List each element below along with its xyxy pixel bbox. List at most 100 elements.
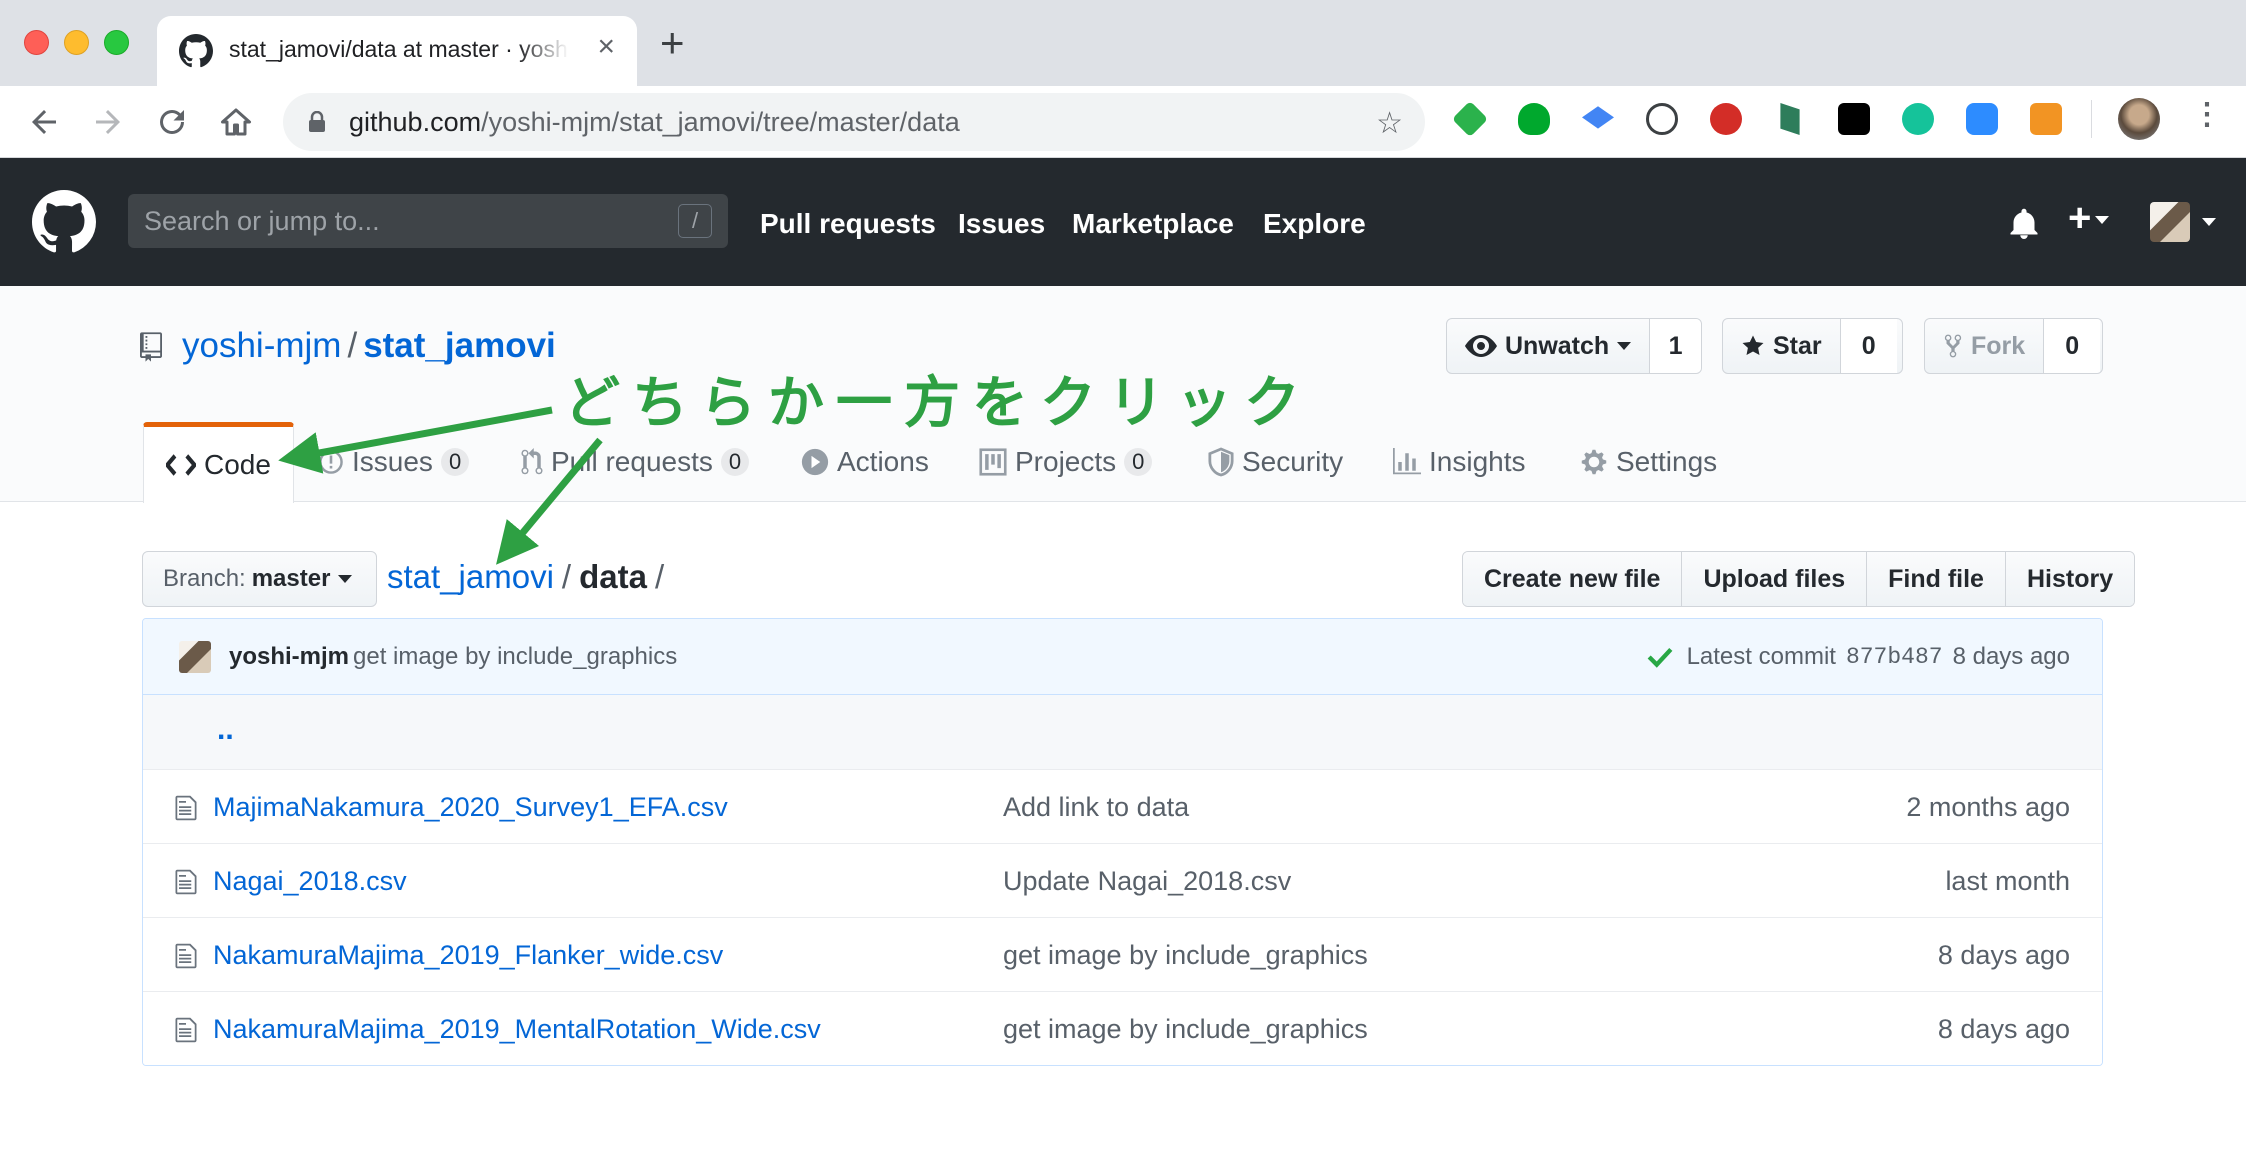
file-icon bbox=[175, 1017, 197, 1043]
address-bar[interactable]: github.com/yoshi-mjm/stat_jamovi/tree/ma… bbox=[283, 93, 1425, 151]
parent-directory-link[interactable]: .. bbox=[217, 713, 234, 747]
nav-pull-requests[interactable]: Pull requests bbox=[760, 208, 936, 240]
branch-select-button[interactable]: Branch: master bbox=[142, 551, 377, 607]
watch-count[interactable]: 1 bbox=[1650, 319, 1701, 373]
unwatch-button[interactable]: Unwatch bbox=[1447, 319, 1651, 373]
code-icon bbox=[166, 454, 196, 476]
repo-title: yoshi-mjm / stat_jamovi bbox=[182, 326, 556, 366]
tab-security-label: Security bbox=[1242, 446, 1344, 477]
home-icon[interactable] bbox=[218, 104, 254, 140]
nav-issues[interactable]: Issues bbox=[958, 208, 1045, 240]
close-window-button[interactable] bbox=[24, 30, 49, 55]
file-name-link[interactable]: Nagai_2018.csv bbox=[213, 866, 407, 897]
file-commit-message[interactable]: Add link to data bbox=[1003, 792, 1189, 823]
history-button[interactable]: History bbox=[2005, 552, 2135, 606]
tab-insights[interactable]: Insights bbox=[1393, 422, 1526, 502]
avatar-caret-icon[interactable] bbox=[2202, 218, 2216, 226]
create-new-file-button[interactable]: Create new file bbox=[1463, 552, 1683, 606]
grammarly-icon[interactable] bbox=[1902, 103, 1934, 135]
breadcrumb-root-link[interactable]: stat_jamovi bbox=[387, 558, 554, 595]
lastpass-icon[interactable] bbox=[1710, 103, 1742, 135]
browser-tab-bar: stat_jamovi/data at master · yoshi-mjm/s… bbox=[0, 0, 2246, 86]
zoom-icon[interactable] bbox=[1966, 103, 1998, 135]
file-name-link[interactable]: NakamuraMajima_2019_Flanker_wide.csv bbox=[213, 940, 723, 971]
evernote-icon[interactable] bbox=[1518, 103, 1550, 135]
forward-arrow-icon[interactable] bbox=[90, 104, 126, 140]
table-row: NakamuraMajima_2019_MentalRotation_Wide.… bbox=[143, 991, 2102, 1065]
user-avatar[interactable] bbox=[2150, 202, 2190, 242]
bookmark-star-icon[interactable]: ☆ bbox=[1376, 106, 1403, 141]
file-age: last month bbox=[1945, 866, 2070, 896]
pulls-counter: 0 bbox=[720, 448, 750, 476]
slash-shortcut-hint: / bbox=[678, 204, 712, 238]
toolbar-divider bbox=[2091, 100, 2092, 138]
unwatch-label: Unwatch bbox=[1505, 331, 1610, 360]
tab-title: stat_jamovi/data at master · yoshi-mjm/s… bbox=[229, 36, 569, 62]
file-icon bbox=[175, 943, 197, 969]
minimize-window-button[interactable] bbox=[64, 30, 89, 55]
bell-icon[interactable] bbox=[2006, 206, 2042, 242]
commit-author-link[interactable]: yoshi-mjm bbox=[229, 643, 349, 671]
breadcrumb-trailing-separator: / bbox=[654, 558, 665, 595]
fork-count[interactable]: 0 bbox=[2044, 319, 2101, 373]
repo-name-link[interactable]: stat_jamovi bbox=[363, 326, 556, 365]
project-icon bbox=[979, 448, 1007, 476]
commit-message-link[interactable]: get image by include_graphics bbox=[353, 643, 677, 671]
lock-extension-icon[interactable] bbox=[1838, 103, 1870, 135]
github-logo-icon[interactable] bbox=[32, 190, 96, 254]
watch-button-group: Unwatch 1 bbox=[1446, 318, 1702, 374]
file-name-link[interactable]: MajimaNakamura_2020_Survey1_EFA.csv bbox=[213, 792, 728, 823]
fork-button-group: Fork 0 bbox=[1924, 318, 2103, 374]
commit-author-avatar[interactable] bbox=[179, 641, 211, 673]
fork-icon bbox=[1944, 334, 1962, 358]
nav-marketplace[interactable]: Marketplace bbox=[1072, 208, 1234, 240]
nav-explore[interactable]: Explore bbox=[1263, 208, 1366, 240]
browser-menu-icon[interactable]: ⋮ bbox=[2192, 100, 2222, 130]
tab-issues[interactable]: Issues 0 bbox=[318, 422, 470, 502]
caret-down-icon bbox=[2095, 216, 2110, 225]
caret-down-icon bbox=[338, 575, 353, 583]
star-button[interactable]: Star bbox=[1723, 319, 1841, 373]
parent-directory-row[interactable]: .. bbox=[143, 695, 2102, 769]
browser-tab-active[interactable]: stat_jamovi/data at master · yoshi-mjm/s… bbox=[157, 16, 637, 86]
lock-icon bbox=[309, 111, 325, 132]
onepassword-icon[interactable] bbox=[1646, 103, 1678, 135]
star-button-group: Star 0 bbox=[1722, 318, 1903, 374]
gear-icon bbox=[1580, 448, 1608, 476]
commit-sha-link[interactable]: 877b487 bbox=[1846, 644, 1943, 670]
rss-icon[interactable] bbox=[2030, 103, 2062, 135]
search-input[interactable] bbox=[144, 204, 664, 238]
tab-code[interactable]: Code bbox=[143, 422, 294, 503]
create-new-menu[interactable]: + bbox=[2068, 198, 2110, 238]
search-box: / bbox=[128, 194, 728, 248]
back-arrow-icon[interactable] bbox=[26, 104, 62, 140]
url-host: github.com bbox=[349, 107, 482, 137]
profile-avatar[interactable] bbox=[2118, 98, 2160, 140]
issues-counter: 0 bbox=[440, 448, 470, 476]
star-count[interactable]: 0 bbox=[1840, 319, 1897, 373]
file-commit-message[interactable]: get image by include_graphics bbox=[1003, 940, 1368, 971]
repo-owner-link[interactable]: yoshi-mjm bbox=[182, 326, 341, 365]
file-age: 8 days ago bbox=[1937, 940, 2070, 970]
upload-files-button[interactable]: Upload files bbox=[1682, 552, 1868, 606]
commit-age: 8 days ago bbox=[1952, 643, 2070, 670]
table-row: MajimaNakamura_2020_Survey1_EFA.csv Add … bbox=[143, 769, 2102, 843]
file-icon bbox=[175, 795, 197, 821]
maximize-window-button[interactable] bbox=[104, 30, 129, 55]
find-file-button[interactable]: Find file bbox=[1867, 552, 2006, 606]
file-commit-message[interactable]: Update Nagai_2018.csv bbox=[1003, 866, 1291, 897]
tab-close-icon[interactable]: × bbox=[597, 32, 615, 62]
caret-down-icon bbox=[1617, 342, 1632, 350]
url-text: github.com/yoshi-mjm/stat_jamovi/tree/ma… bbox=[349, 107, 960, 138]
file-name-link[interactable]: NakamuraMajima_2019_MentalRotation_Wide.… bbox=[213, 1014, 821, 1045]
check-icon[interactable] bbox=[1647, 646, 1673, 668]
repo-icon bbox=[140, 332, 162, 362]
fork-button[interactable]: Fork bbox=[1925, 319, 2045, 373]
github-favicon-icon bbox=[179, 34, 213, 68]
reload-icon[interactable] bbox=[154, 104, 190, 140]
branch-prefix: Branch: bbox=[163, 565, 246, 592]
file-commit-message[interactable]: get image by include_graphics bbox=[1003, 1014, 1368, 1045]
new-tab-icon[interactable]: + bbox=[660, 22, 685, 64]
table-row: Nagai_2018.csv Update Nagai_2018.csv las… bbox=[143, 843, 2102, 917]
tab-settings[interactable]: Settings bbox=[1580, 422, 1717, 502]
